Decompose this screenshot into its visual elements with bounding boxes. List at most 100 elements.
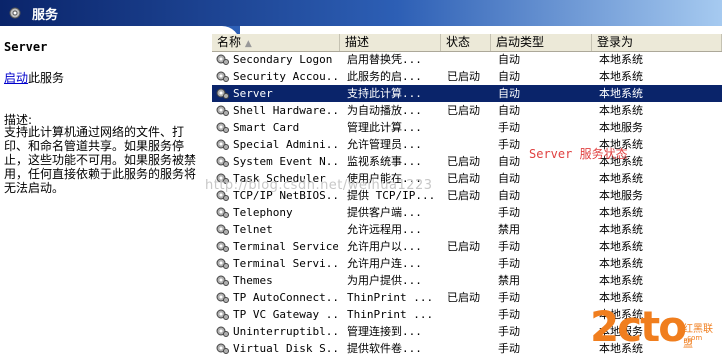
cell-desc: 允许远程用... — [347, 223, 422, 236]
cell-logon: 本地系统 — [599, 87, 643, 100]
table-row[interactable]: Telnet 允许远程用... 禁用 本地系统 — [212, 221, 722, 238]
cell-status: 已启动 — [447, 291, 480, 304]
column-header-name[interactable]: 名称 ▲ — [212, 34, 340, 51]
cell-startup: 禁用 — [498, 223, 520, 236]
cell-status: 已启动 — [447, 240, 480, 253]
services-gear-icon — [9, 7, 21, 19]
service-gear-icon — [216, 207, 229, 218]
cell-startup: 手动 — [498, 257, 520, 270]
cell-startup: 手动 — [498, 121, 520, 134]
cell-desc: 为自动播放... — [347, 104, 422, 117]
service-gear-icon — [216, 224, 229, 235]
description-text: 支持此计算机通过网络的文件、打印、和命名管道共享。如果服务停止，这些功能不可用。… — [4, 125, 197, 195]
cell-logon: 本地系统 — [599, 70, 643, 83]
cell-status — [447, 340, 492, 357]
service-gear-icon — [216, 343, 229, 354]
service-gear-icon — [216, 88, 229, 99]
cell-startup: 手动 — [498, 308, 520, 321]
cell-name: Server — [233, 87, 273, 100]
annotation-text: Server 服务状态 — [529, 147, 628, 161]
cell-startup: 自动 — [498, 53, 520, 66]
cell-desc: 提供客户端... — [347, 206, 422, 219]
column-header-status[interactable]: 状态 — [441, 34, 491, 51]
cell-logon: 本地系统 — [599, 172, 643, 185]
service-gear-icon — [216, 122, 229, 133]
cell-startup: 自动 — [498, 172, 520, 185]
service-gear-icon — [216, 292, 229, 303]
cell-desc: 监视系统事... — [347, 155, 422, 168]
cell-status: 已启动 — [447, 104, 480, 117]
service-title: Server — [4, 40, 48, 54]
table-row[interactable]: Terminal Services 允许用户以... 已启动 手动 本地系统 — [212, 238, 722, 255]
window-title: 服务 — [32, 8, 59, 23]
site-logo: 2cto 红黑联盟 .com — [590, 302, 722, 357]
list-header: 名称 ▲ 描述 状态 启动类型 登录为 — [212, 34, 722, 52]
cell-name: Smart Card — [233, 121, 300, 134]
cell-name: Secondary Logon — [233, 53, 333, 66]
cell-name: Uninterruptibl... — [233, 325, 338, 338]
cell-desc: ThinPrint ... — [347, 291, 434, 304]
cell-startup: 手动 — [498, 291, 520, 304]
cell-desc: 此服务的启... — [347, 70, 422, 83]
watermark-text: http://blog.csdn.net/weihua1223 — [205, 178, 433, 193]
table-row[interactable]: Shell Hardware... 为自动播放... 已启动 自动 本地系统 — [212, 102, 722, 119]
cell-status: 已启动 — [447, 155, 480, 168]
table-row[interactable]: Secondary Logon 启用替换凭... 自动 本地系统 — [212, 51, 722, 68]
column-header-startup-type[interactable]: 启动类型 — [491, 34, 592, 51]
cell-desc: 允许用户连... — [347, 257, 422, 270]
cell-logon: 本地系统 — [599, 53, 643, 66]
service-gear-icon — [216, 105, 229, 116]
cell-name: Security Accou... — [233, 70, 338, 83]
table-row[interactable]: Telephony 提供客户端... 手动 本地系统 — [212, 204, 722, 221]
cell-status — [447, 204, 492, 221]
service-gear-icon — [216, 275, 229, 286]
service-gear-icon — [216, 241, 229, 252]
cell-startup: 手动 — [498, 325, 520, 338]
service-gear-icon — [216, 139, 229, 150]
cell-status — [447, 51, 492, 68]
cell-startup: 手动 — [498, 206, 520, 219]
start-service-link[interactable]: 启动 — [4, 71, 28, 85]
cell-startup: 自动 — [498, 104, 520, 117]
service-gear-icon — [216, 258, 229, 269]
cell-name: Shell Hardware... — [233, 104, 338, 117]
service-gear-icon — [216, 156, 229, 167]
column-header-logon-as[interactable]: 登录为 — [592, 34, 722, 51]
table-row[interactable]: Security Accou... 此服务的启... 已启动 自动 本地系统 — [212, 68, 722, 85]
table-row[interactable]: Special Admini... 允许管理员... 手动 本地系统 — [212, 136, 722, 153]
cell-logon: 本地系统 — [599, 223, 643, 236]
cell-status — [447, 119, 492, 136]
cell-name: Themes — [233, 274, 273, 287]
cell-name: TP VC Gateway ... — [233, 308, 338, 321]
left-description-pane: Server 启动此服务 描述: 支持此计算机通过网络的文件、打印、和命名管道共… — [0, 26, 210, 357]
table-row[interactable]: Server 支持此计算... 自动 本地系统 — [212, 85, 722, 102]
sort-arrow-icon: ▲ — [244, 39, 252, 49]
cell-name: Telephony — [233, 206, 293, 219]
table-row[interactable]: Smart Card 管理此计算... 手动 本地服务 — [212, 119, 722, 136]
cell-status — [447, 306, 492, 323]
table-row[interactable]: System Event N... 监视系统事... 已启动 自动 本地系统 — [212, 153, 722, 170]
logo-main: 2cto — [590, 302, 687, 351]
cell-name: System Event N... — [233, 155, 338, 168]
cell-desc: ThinPrint ... — [347, 308, 434, 321]
cell-status — [447, 323, 492, 340]
cell-status — [447, 136, 492, 153]
cell-status: 已启动 — [447, 172, 480, 185]
cell-status — [447, 272, 492, 289]
cell-desc: 启用替换凭... — [347, 53, 422, 66]
cell-startup: 自动 — [498, 70, 520, 83]
cell-name: Terminal Servi... — [233, 257, 338, 270]
cell-desc: 允许用户以... — [347, 240, 422, 253]
cell-startup: 自动 — [498, 87, 520, 100]
cell-name: Virtual Disk S... — [233, 342, 338, 355]
cell-status — [447, 221, 492, 238]
table-row[interactable]: Themes 为用户提供... 禁用 本地系统 — [212, 272, 722, 289]
cell-name: Telnet — [233, 223, 273, 236]
service-gear-icon — [216, 326, 229, 337]
cell-startup: 禁用 — [498, 274, 520, 287]
cell-startup: 手动 — [498, 342, 520, 355]
table-row[interactable]: Terminal Servi... 允许用户连... 手动 本地系统 — [212, 255, 722, 272]
cell-logon: 本地服务 — [599, 121, 643, 134]
column-header-description[interactable]: 描述 — [340, 34, 441, 51]
cell-name: Terminal Services — [233, 240, 338, 253]
